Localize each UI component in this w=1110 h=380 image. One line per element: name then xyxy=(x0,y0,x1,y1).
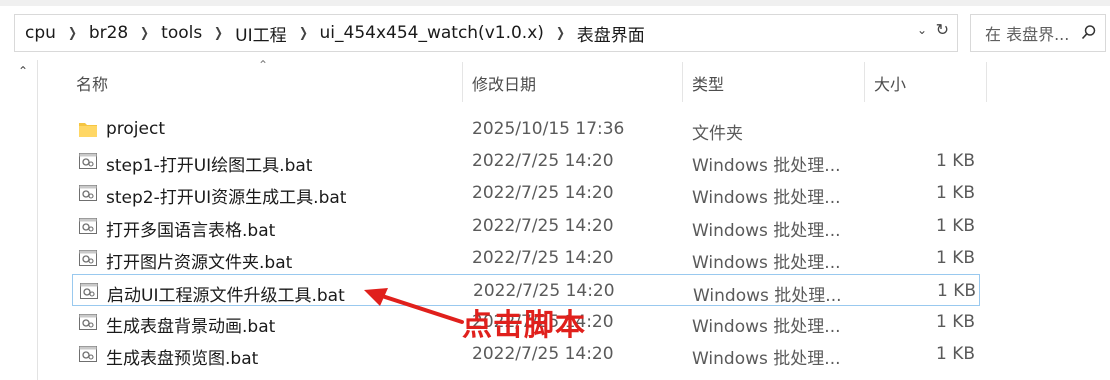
column-header-modified[interactable]: 修改日期 xyxy=(472,66,682,100)
file-size: 1 KB xyxy=(935,247,975,268)
file-name: step2-打开UI资源生成工具.bat xyxy=(106,188,347,209)
annotation-label: 点击脚本 xyxy=(462,308,586,343)
search-placeholder: 在 表盘界... xyxy=(985,25,1070,44)
breadcrumb-ui-project[interactable]: UI工程 xyxy=(235,21,286,46)
chevron-right-icon[interactable]: ❯ xyxy=(68,26,77,41)
column-divider[interactable] xyxy=(462,62,463,102)
batch-file-icon xyxy=(79,249,97,266)
column-header-name[interactable]: 名称 xyxy=(76,66,462,100)
chevron-up-icon[interactable]: ⌃ xyxy=(18,64,28,78)
file-name: 生成表盘预览图.bat xyxy=(106,349,259,370)
file-modified-date: 2022/7/25 14:20 xyxy=(472,183,614,204)
file-type: Windows 批处理... xyxy=(692,220,841,241)
file-row[interactable]: 打开图片资源文件夹.bat 2022/7/25 14:20 Windows 批处理.… xyxy=(72,242,980,274)
breadcrumb-ui-watch[interactable]: ui_454x454_watch(v1.0.x) xyxy=(320,23,544,43)
column-header-type-label: 类型 xyxy=(692,75,725,94)
file-row[interactable]: 打开多国语言表格.bat 2022/7/25 14:20 Windows 批处理..… xyxy=(72,210,980,242)
file-modified-date: 2022/7/25 14:20 xyxy=(473,281,615,301)
file-name: 生成表盘背景动画.bat xyxy=(106,317,276,338)
search-input[interactable]: 在 表盘界... xyxy=(970,14,1106,52)
file-type: Windows 批处理... xyxy=(692,349,841,370)
file-type: Windows 批处理... xyxy=(692,252,841,273)
file-name: project xyxy=(106,119,166,139)
batch-file-icon xyxy=(79,153,97,170)
chevron-right-icon[interactable]: ❯ xyxy=(214,26,223,41)
window-top-edge xyxy=(0,0,1110,6)
chevron-right-icon[interactable]: ❯ xyxy=(140,26,149,41)
column-divider[interactable] xyxy=(864,62,865,102)
batch-file-icon xyxy=(79,217,97,234)
breadcrumb-cpu[interactable]: cpu xyxy=(25,23,56,43)
arrow-annotation-icon xyxy=(364,288,464,324)
file-name: step1-打开UI绘图工具.bat xyxy=(106,156,313,177)
breadcrumb-tools[interactable]: tools xyxy=(161,23,202,43)
file-row[interactable]: project 2025/10/15 17:36 文件夹 xyxy=(72,113,980,145)
batch-file-icon xyxy=(79,185,97,202)
column-header-size[interactable]: 大小 xyxy=(874,66,986,100)
file-size: 1 KB xyxy=(935,151,975,172)
column-header-name-label: 名称 xyxy=(76,75,109,94)
file-size: 1 KB xyxy=(935,312,975,333)
file-type: 文件夹 xyxy=(692,124,743,144)
file-row[interactable]: step2-打开UI资源生成工具.bat 2022/7/25 14:20 Windo… xyxy=(72,177,980,209)
column-divider[interactable] xyxy=(682,62,683,102)
file-type: Windows 批处理... xyxy=(693,286,842,306)
chevron-right-icon[interactable]: ❯ xyxy=(299,26,308,41)
breadcrumb-br28[interactable]: br28 xyxy=(89,23,128,43)
file-row[interactable]: step1-打开UI绘图工具.bat 2022/7/25 14:20 Windows… xyxy=(72,145,980,177)
column-divider[interactable] xyxy=(986,62,987,102)
column-header-size-label: 大小 xyxy=(874,75,907,94)
file-type: Windows 批处理... xyxy=(692,188,841,209)
file-size: 1 KB xyxy=(935,183,975,204)
file-name: 启动UI工程源文件升级工具.bat xyxy=(107,286,345,306)
file-size: 1 KB xyxy=(935,344,975,365)
file-type: Windows 批处理... xyxy=(692,156,841,177)
batch-file-icon xyxy=(80,283,98,299)
file-name: 打开图片资源文件夹.bat xyxy=(106,252,293,273)
batch-file-icon xyxy=(79,346,97,363)
file-size: 1 KB xyxy=(936,281,976,301)
file-modified-date: 2022/7/25 14:20 xyxy=(472,215,614,236)
address-bar[interactable]: cpu ❯ br28 ❯ tools ❯ UI工程 ❯ ui_454x454_w… xyxy=(14,14,958,52)
navigation-pane[interactable]: ⌃ xyxy=(12,60,38,380)
folder-icon xyxy=(79,123,97,137)
file-modified-date: 2022/7/25 14:20 xyxy=(472,247,614,268)
file-name: 打开多国语言表格.bat xyxy=(106,220,276,241)
column-header-type[interactable]: 类型 xyxy=(692,66,864,100)
file-modified-date: 2022/7/25 14:20 xyxy=(472,151,614,172)
batch-file-icon xyxy=(79,314,97,331)
column-header-modified-label: 修改日期 xyxy=(472,75,537,94)
file-modified-date: 2025/10/15 17:36 xyxy=(472,119,625,139)
chevron-right-icon[interactable]: ❯ xyxy=(556,26,565,41)
file-size: 1 KB xyxy=(935,215,975,236)
breadcrumb-dial-interface[interactable]: 表盘界面 xyxy=(577,21,645,46)
chevron-down-icon[interactable]: ⌄ xyxy=(917,23,927,37)
refresh-icon[interactable]: ↻ xyxy=(936,20,949,39)
file-modified-date: 2022/7/25 14:20 xyxy=(472,344,614,365)
file-type: Windows 批处理... xyxy=(692,317,841,338)
search-icon[interactable] xyxy=(1081,24,1097,40)
